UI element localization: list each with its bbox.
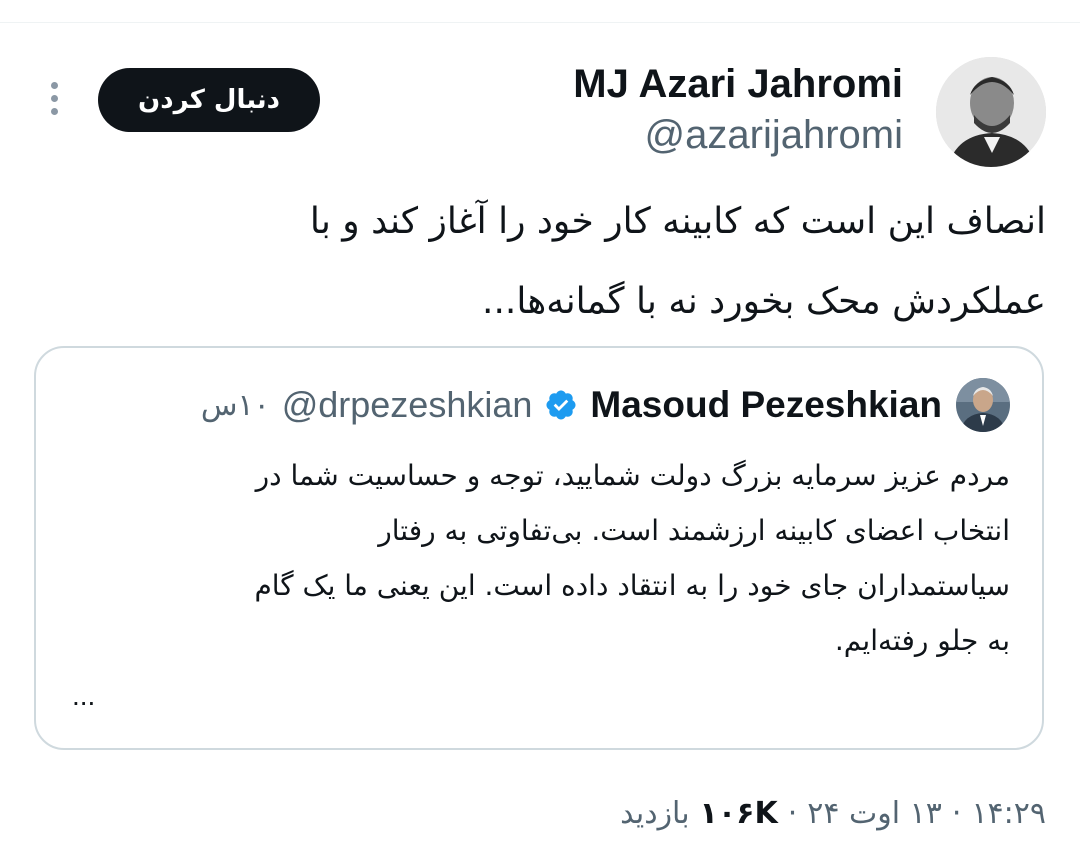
views-count: ۱۰۶K — [699, 796, 778, 831]
quoted-text-line: سیاستمداران جای خود را به انتقاد داده اس… — [254, 569, 1010, 602]
tweet-meta: ۱۴:۲۹ · ۱۳ اوت ۲۴ · ۱۰۶K بازدید — [620, 796, 1046, 831]
quoted-tweet-card[interactable]: Masoud Pezeshkian @drpezeshkian ۱۰س مردم… — [34, 346, 1044, 750]
quoted-tweet-text: مردم عزیز سرمایه بزرگ دولت شمایید، توجه … — [65, 448, 1010, 668]
tweet-text: انصاف این است که کابینه کار خود را آغاز … — [146, 182, 1046, 342]
author-avatar-image — [936, 57, 1046, 167]
tweet-detail-page: MJ Azari Jahromi @azarijahromi دنبال کرد… — [0, 0, 1080, 866]
verified-badge-icon — [544, 388, 578, 422]
quoted-tweet-header: Masoud Pezeshkian @drpezeshkian ۱۰س — [201, 378, 942, 432]
tweet-date[interactable]: ۱۳ اوت ۲۴ — [807, 796, 942, 831]
meta-separator: · — [951, 796, 962, 831]
follow-button[interactable]: دنبال کردن — [98, 68, 320, 132]
author-display-name[interactable]: MJ Azari Jahromi — [573, 58, 903, 110]
meta-separator: · — [787, 796, 798, 831]
views-label: بازدید — [620, 796, 690, 831]
tweet-time[interactable]: ۱۴:۲۹ — [971, 796, 1046, 831]
author-avatar[interactable] — [936, 57, 1046, 167]
quoted-author-handle: @drpezeshkian — [281, 384, 533, 425]
quoted-text-line: انتخاب اعضای کابینه ارزشمند است. بی‌تفاو… — [378, 514, 1010, 547]
quoted-text-line: مردم عزیز سرمایه بزرگ دولت شمایید، توجه … — [255, 459, 1010, 492]
quoted-author-name: Masoud Pezeshkian — [590, 384, 942, 425]
quoted-text-line: به جلو رفته‌ایم. — [834, 624, 1010, 657]
quoted-author-avatar-image — [956, 378, 1010, 432]
quoted-author-avatar — [956, 378, 1010, 432]
tweet-text-line: انصاف این است که کابینه کار خود را آغاز … — [309, 201, 1046, 242]
quoted-tweet-ellipsis: ... — [72, 680, 96, 711]
top-divider — [0, 22, 1080, 23]
more-vertical-icon[interactable] — [44, 82, 64, 122]
author-handle[interactable]: @azarijahromi — [645, 110, 903, 160]
tweet-text-line: عملکردش محک بخورد نه با گمانه‌ها... — [482, 281, 1046, 322]
quoted-tweet-time: ۱۰س — [200, 387, 270, 423]
